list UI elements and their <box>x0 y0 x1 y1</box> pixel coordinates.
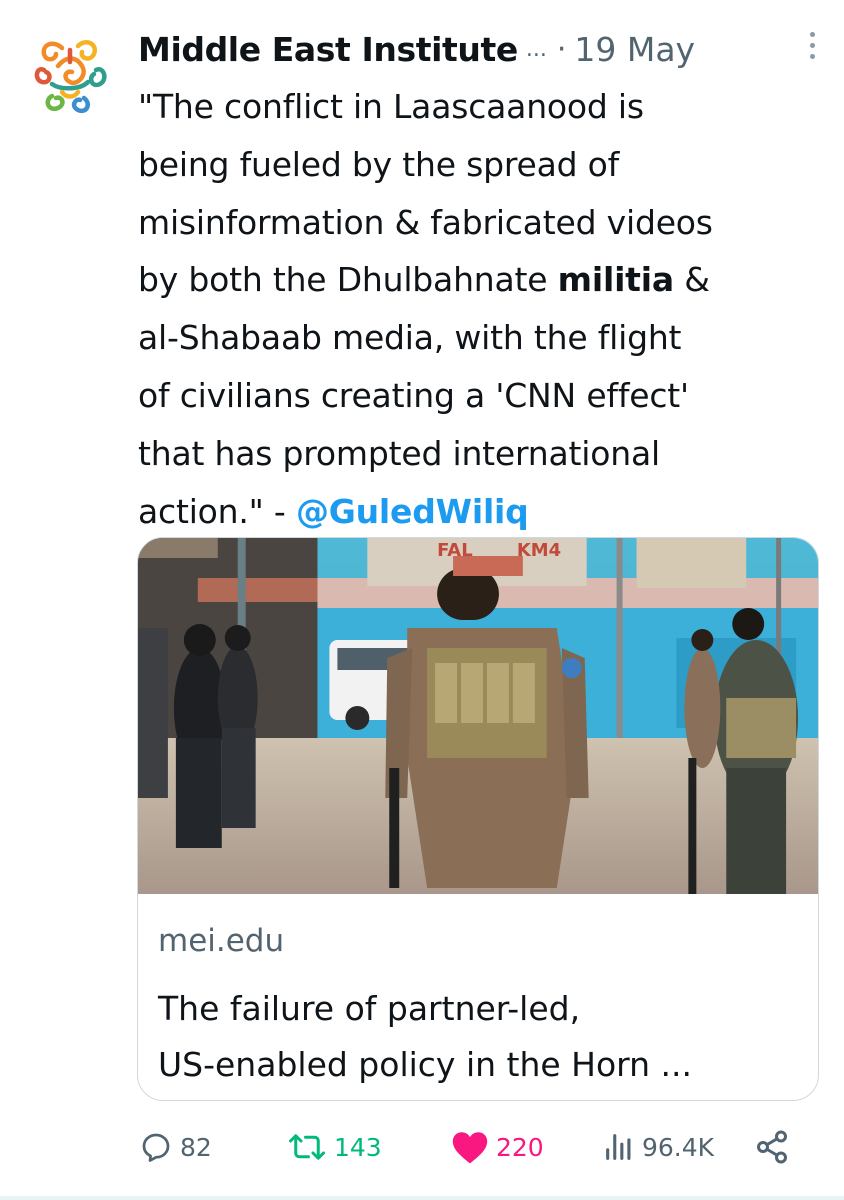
mention-link[interactable]: @GuledWiliq <box>296 492 529 531</box>
more-icon[interactable] <box>810 32 818 62</box>
tweet-text-line: "The conflict in Laascaanood is <box>138 87 644 126</box>
link-card[interactable]: FAL KM4 mei.edu The failure of partner-l… <box>137 537 819 1101</box>
tweet-text-line: action." - @GuledWiliq <box>138 483 828 541</box>
share-icon <box>757 1130 787 1164</box>
tweet-text-line: misinformation & fabricated videos <box>138 202 713 242</box>
text-segment: by both the Dhulbahnate <box>138 260 558 300</box>
tweet-text-line: being fueled by the spread of <box>138 144 620 184</box>
tweet-text-line: by both the Dhulbahnate militia & <box>138 251 828 309</box>
card-photo: FAL KM4 <box>138 538 818 894</box>
tweet-date[interactable]: 19 May <box>574 30 695 69</box>
tweet-header: Middle East Institute ... · 19 May <box>138 24 818 74</box>
views-icon <box>606 1134 631 1160</box>
tweet-text: "The conflict in Laascaanood is being fu… <box>138 78 828 540</box>
tweet-text-line: that has prompted international <box>138 433 660 473</box>
logo-icon <box>34 40 107 114</box>
text-segment: & <box>673 260 710 300</box>
reply-button[interactable]: 82 <box>138 1125 212 1169</box>
share-button[interactable] <box>754 1125 796 1169</box>
retweet-icon <box>289 1134 325 1160</box>
reply-count: 82 <box>180 1132 212 1162</box>
reply-icon <box>142 1133 170 1162</box>
bold-word: militia <box>557 260 674 300</box>
text-segment: action." - <box>138 491 296 531</box>
card-title-line: US-enabled policy in the Horn ... <box>158 1045 693 1084</box>
divider <box>0 1196 844 1200</box>
views-button[interactable]: 96.4K <box>602 1125 714 1169</box>
retweet-count: 143 <box>334 1132 382 1162</box>
card-domain[interactable]: mei.edu <box>158 923 284 959</box>
like-count: 220 <box>496 1132 544 1162</box>
avatar[interactable] <box>22 26 118 122</box>
action-bar: 82 143 220 96.4K <box>138 1125 828 1169</box>
retweet-button[interactable]: 143 <box>286 1125 382 1169</box>
author-name[interactable]: Middle East Institute <box>138 30 518 69</box>
card-title[interactable]: The failure of partner-led, US-enabled p… <box>158 981 808 1093</box>
views-count: 96.4K <box>642 1132 715 1162</box>
separator: · <box>556 31 567 67</box>
sign-text-right: KM4 <box>517 540 561 561</box>
author-ellipsis: ... <box>525 36 547 62</box>
card-title-line: The failure of partner-led, <box>158 989 581 1028</box>
tweet-text-line: al-Shabaab media, with the flight <box>138 318 682 358</box>
tweet-text-line: of civilians creating a 'CNN effect' <box>138 375 689 415</box>
like-icon <box>452 1132 488 1164</box>
like-button[interactable]: 220 <box>450 1125 544 1169</box>
